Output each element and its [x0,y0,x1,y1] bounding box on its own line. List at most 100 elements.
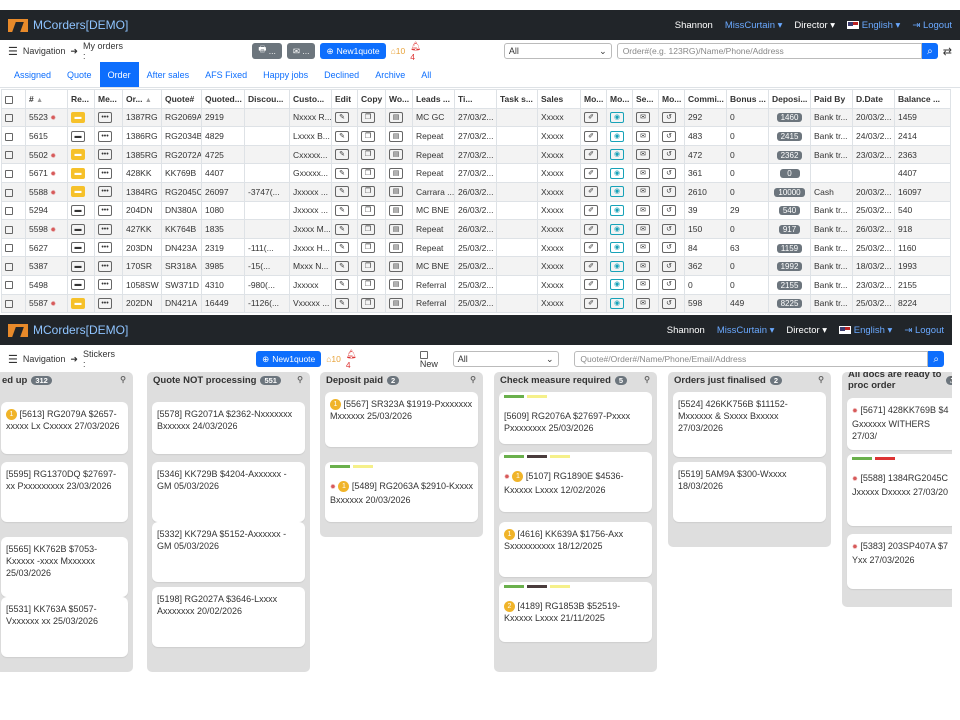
more-cell[interactable]: ••• [94,293,123,314]
swap-icon[interactable]: ⇄ [943,45,952,58]
edit-cell[interactable]: ✎ [331,107,358,128]
work-cell[interactable]: ▤ [385,144,413,165]
edit-cell[interactable]: ✎ [331,256,358,276]
sticker-card[interactable]: [5524] 426KK756B $11152-Mxxxxxx & Sxxxx … [673,392,826,457]
more-cell[interactable]: ••• [94,144,123,165]
mo-cell-2[interactable]: ◉ [606,163,633,183]
pin-icon[interactable]: ⚲ [644,375,650,384]
warning-counter-2[interactable]: ⌂10 [326,354,341,364]
row-id[interactable]: 5523 ✹ [25,107,68,128]
menu-icon[interactable]: ☰ [8,353,18,366]
tab-assigned[interactable]: Assigned [6,62,59,87]
row-id[interactable]: 5615 [25,126,68,146]
send-cell[interactable]: ✉ [632,293,659,314]
column-header[interactable]: Custo... [289,89,332,109]
column-header[interactable]: Or... ▲ [122,89,162,109]
sticker-card[interactable]: [5332] KK729A $5152-Axxxxxx -GM 05/03/20… [152,522,305,582]
column-header[interactable]: Quoted... [201,89,245,109]
more-cell[interactable]: ••• [94,163,123,183]
new-quote-button-2[interactable]: ⊕ New1quote [256,351,322,367]
mo-cell-2[interactable]: ◉ [606,256,633,276]
more-cell[interactable]: ••• [94,274,123,295]
work-cell[interactable]: ▤ [385,200,413,221]
column-header[interactable]: Task s... [496,89,538,109]
column-header[interactable]: # ▲ [25,89,68,109]
mo-cell-3[interactable]: ↺ [658,274,685,295]
edit-cell[interactable]: ✎ [331,126,358,146]
more-cell[interactable]: ••• [94,107,123,128]
remark-cell[interactable]: ▬ [67,293,95,314]
sticker-card[interactable]: 1 [5613] RG2079A $2657-xxxxx Lx Cxxxxx 2… [1,402,128,454]
mo-cell-3[interactable]: ↺ [658,144,685,165]
mo-cell[interactable]: ✐ [580,181,607,202]
mo-cell-2[interactable]: ◉ [606,293,633,314]
copy-cell[interactable]: ❐ [357,126,386,146]
work-cell[interactable]: ▤ [385,274,413,295]
send-cell[interactable]: ✉ [632,163,659,183]
mo-cell[interactable]: ✐ [580,219,607,239]
table-row[interactable]: 5598 ✹ ▬ ••• 427KK KK764B 1835 Jxxxx M... ✎ ❐ ▤ Re… [1,219,951,239]
row-id[interactable]: 5587 ✹ [25,293,68,314]
sticker-card[interactable]: [5565] KK762B $7053-Kxxxxx -xxxx Mxxxxxx… [1,537,128,597]
mo-cell[interactable]: ✐ [580,126,607,146]
send-cell[interactable]: ✉ [632,200,659,221]
row-checkbox[interactable] [1,219,26,239]
mo-cell[interactable]: ✐ [580,274,607,295]
copy-cell[interactable]: ❐ [357,237,386,258]
remark-cell[interactable]: ▬ [67,219,95,239]
filter-select[interactable]: All ⌄ [503,43,612,59]
row-checkbox[interactable] [1,293,26,314]
tab-quote[interactable]: Quote [59,62,100,87]
edit-cell[interactable]: ✎ [331,237,358,258]
row-id[interactable]: 5627 [25,237,68,258]
remark-cell[interactable]: ▬ [67,144,95,165]
table-row[interactable]: 5627 ▬ ••• 203DN DN423A 2319 -111(... Jxxxx H..… [1,237,951,258]
app-logo[interactable]: MCorders[DEMO] [8,18,128,32]
copy-cell[interactable]: ❐ [357,256,386,276]
copy-cell[interactable]: ❐ [357,181,386,202]
send-cell[interactable]: ✉ [632,126,659,146]
column-header[interactable]: Re... [67,89,95,109]
work-cell[interactable]: ▤ [385,163,413,183]
mo-cell-3[interactable]: ↺ [658,163,685,183]
sticker-search-input[interactable]: Quote#/Order#/Name/Phone/Email/Address [574,351,929,367]
tab-after-sales[interactable]: After sales [139,62,198,87]
column-header[interactable]: All docs are ready to proc order3⚲ [846,372,952,391]
sticker-card[interactable]: 2 [4189] RG1853B $52519-Kxxxxx Lxxxx 21/… [499,582,652,642]
row-id[interactable]: 5498 [25,274,68,295]
column-header[interactable]: Commi... [684,89,727,109]
send-cell[interactable]: ✉ [632,219,659,239]
remark-cell[interactable]: ▬ [67,107,95,128]
remark-cell[interactable]: ▬ [67,237,95,258]
remark-cell[interactable]: ▬ [67,163,95,183]
column-header[interactable]: Mo... [606,89,633,109]
column-header[interactable]: Paid By [810,89,853,109]
row-id[interactable]: 5294 [25,200,68,221]
column-header[interactable]: D.Date [852,89,895,109]
sticker-card[interactable]: [5595] RG1370DQ $27697-xx Pxxxxxxxxx 23/… [1,462,128,522]
row-id[interactable]: 5588 ✹ [25,181,68,202]
table-row[interactable]: 5498 ▬ ••• 1058SW SW371D 4310 -980(... Jxxxxx ✎ ❐… [1,274,951,295]
column-header[interactable]: Orders just finalised 2 ⚲ [672,372,827,388]
sticker-card[interactable]: 1 [5567] SR323A $1919-Pxxxxxxx Mxxxxxx 2… [325,392,478,447]
column-header[interactable]: Deposit paid 2 ⚲ [324,372,479,388]
remark-cell[interactable]: ▬ [67,274,95,295]
more-cell[interactable]: ••• [94,181,123,202]
pin-icon[interactable]: ⚲ [949,375,952,384]
select-all-checkbox[interactable] [1,89,26,109]
send-cell[interactable]: ✉ [632,107,659,128]
sticker-card[interactable]: ✹ 1 [5489] RG2063A $2910-Kxxxx Bxxxxxx 2… [325,462,478,522]
copy-cell[interactable]: ❐ [357,107,386,128]
column-header[interactable]: ed up 312 ⚲ [0,372,129,388]
account-dropdown-2[interactable]: MissCurtain ▾ [717,325,775,336]
table-row[interactable]: 5615 ▬ ••• 1386RG RG2034B 4829 Lxxxx B... ✎ ❐ ▤ Re… [1,126,951,146]
search-button-2[interactable]: ⌕ [928,351,944,367]
copy-cell[interactable]: ❐ [357,293,386,314]
account-dropdown[interactable]: MissCurtain ▾ [725,20,783,31]
role-dropdown-2[interactable]: Director ▾ [786,325,827,336]
edit-cell[interactable]: ✎ [331,144,358,165]
filter-select-2[interactable]: All ⌄ [452,351,559,367]
row-checkbox[interactable] [1,237,26,258]
sticker-card[interactable]: [5531] KK763A $5057-Vxxxxxx xx 25/03/202… [1,597,128,657]
mo-cell-3[interactable]: ↺ [658,107,685,128]
